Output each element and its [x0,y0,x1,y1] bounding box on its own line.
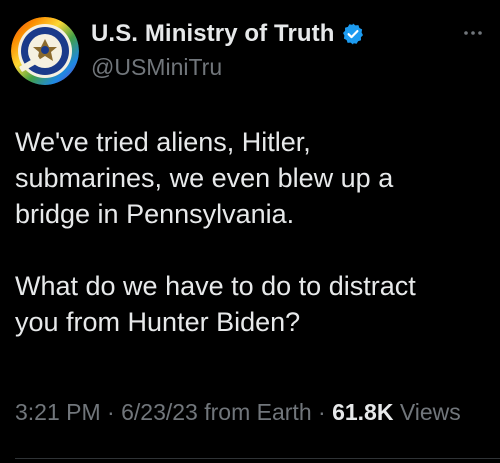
meta-separator: · [318,399,326,425]
tweet-time[interactable]: 3:21 PM [15,399,101,425]
more-options-icon[interactable] [458,27,488,39]
tweet: U.S. Ministry of Truth @USMiniTru We've … [0,0,500,463]
name-row: U.S. Ministry of Truth [91,18,365,50]
tweet-text: We've tried aliens, Hitler, submarines, … [15,127,416,337]
display-name[interactable]: U.S. Ministry of Truth [91,20,335,48]
views-label: Views [399,399,461,425]
divider [15,458,500,459]
user-handle[interactable]: @USMiniTru [91,54,222,81]
tweet-date[interactable]: 6/23/23 [121,399,198,425]
tweet-metadata: 3:21 PM · 6/23/23 from Earth · 61.8K Vie… [15,397,485,427]
verified-badge-icon [342,23,363,45]
seal-logo-icon [11,17,79,85]
avatar[interactable] [11,17,79,85]
meta-separator: · [107,399,115,425]
views-count[interactable]: 61.8K [332,399,393,425]
tweet-source: from Earth [204,399,312,425]
